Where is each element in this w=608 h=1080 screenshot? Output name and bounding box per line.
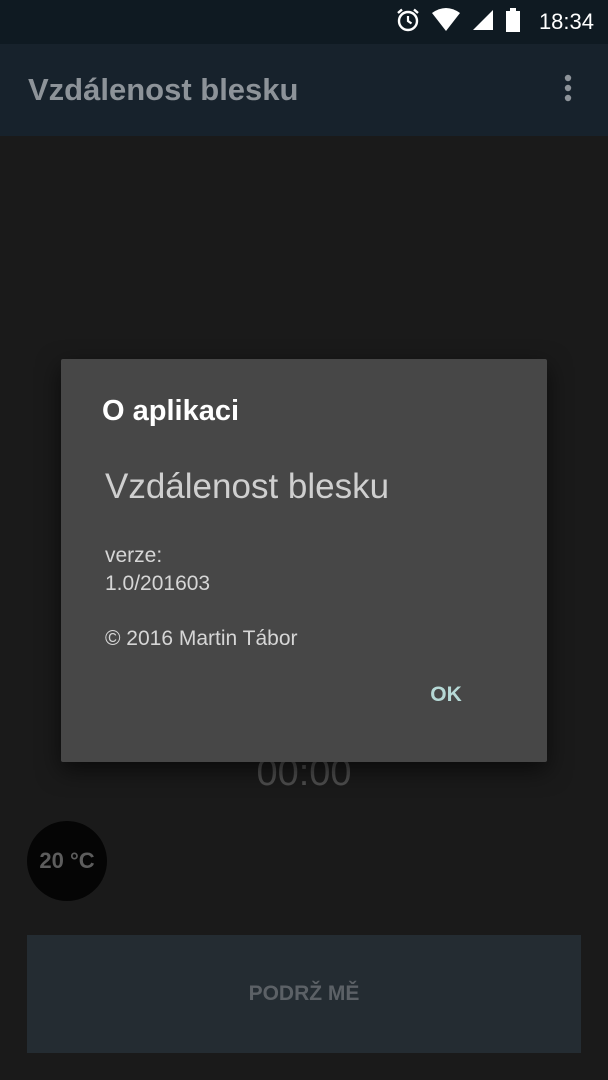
- more-options-button[interactable]: [556, 74, 580, 106]
- dialog-title: O aplikaci: [102, 395, 240, 427]
- wifi-icon: [431, 7, 461, 37]
- status-time: 18:34: [538, 9, 594, 34]
- version-value: 1.0/201603: [105, 572, 211, 595]
- about-dialog: O aplikaci Vzdálenost blesku verze: 1.0/…: [61, 359, 547, 762]
- signal-icon: [471, 8, 495, 37]
- ok-button[interactable]: OK: [371, 650, 521, 740]
- status-icons: 18:34: [395, 0, 594, 44]
- app-title: Vzdálenost blesku: [28, 72, 299, 107]
- copyright-text: © 2016 Martin Tábor: [105, 627, 298, 650]
- dialog-app-name: Vzdálenost blesku: [105, 467, 390, 506]
- status-bar: 18:34: [0, 0, 608, 44]
- version-label: verze:: [105, 544, 163, 567]
- battery-icon: [505, 7, 521, 38]
- more-vert-icon: [564, 74, 572, 102]
- alarm-icon: [395, 7, 421, 38]
- ok-button-label: OK: [430, 683, 462, 706]
- app-bar: Vzdálenost blesku: [0, 44, 608, 136]
